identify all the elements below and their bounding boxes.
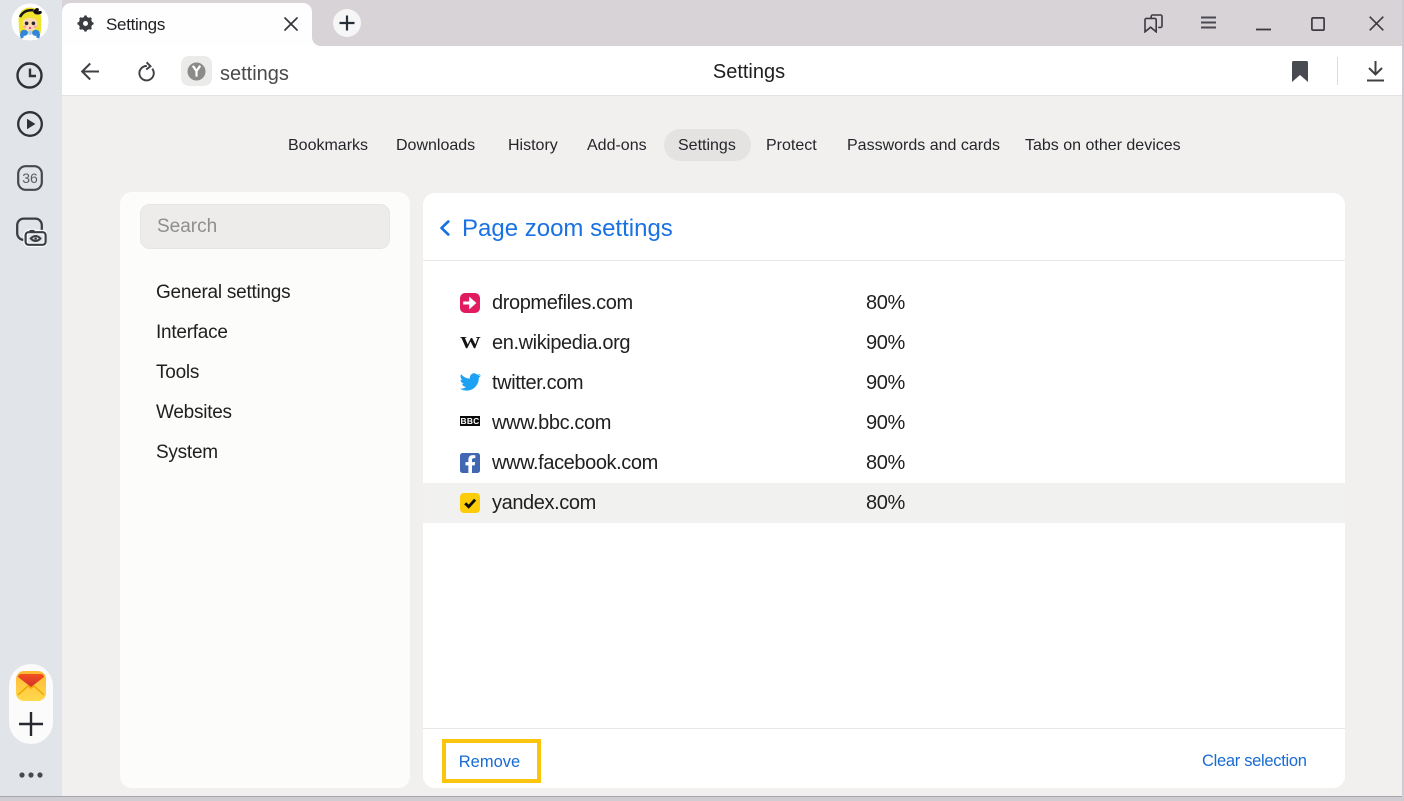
svg-text:BBC: BBC — [460, 416, 479, 426]
svg-text:36: 36 — [22, 170, 38, 186]
